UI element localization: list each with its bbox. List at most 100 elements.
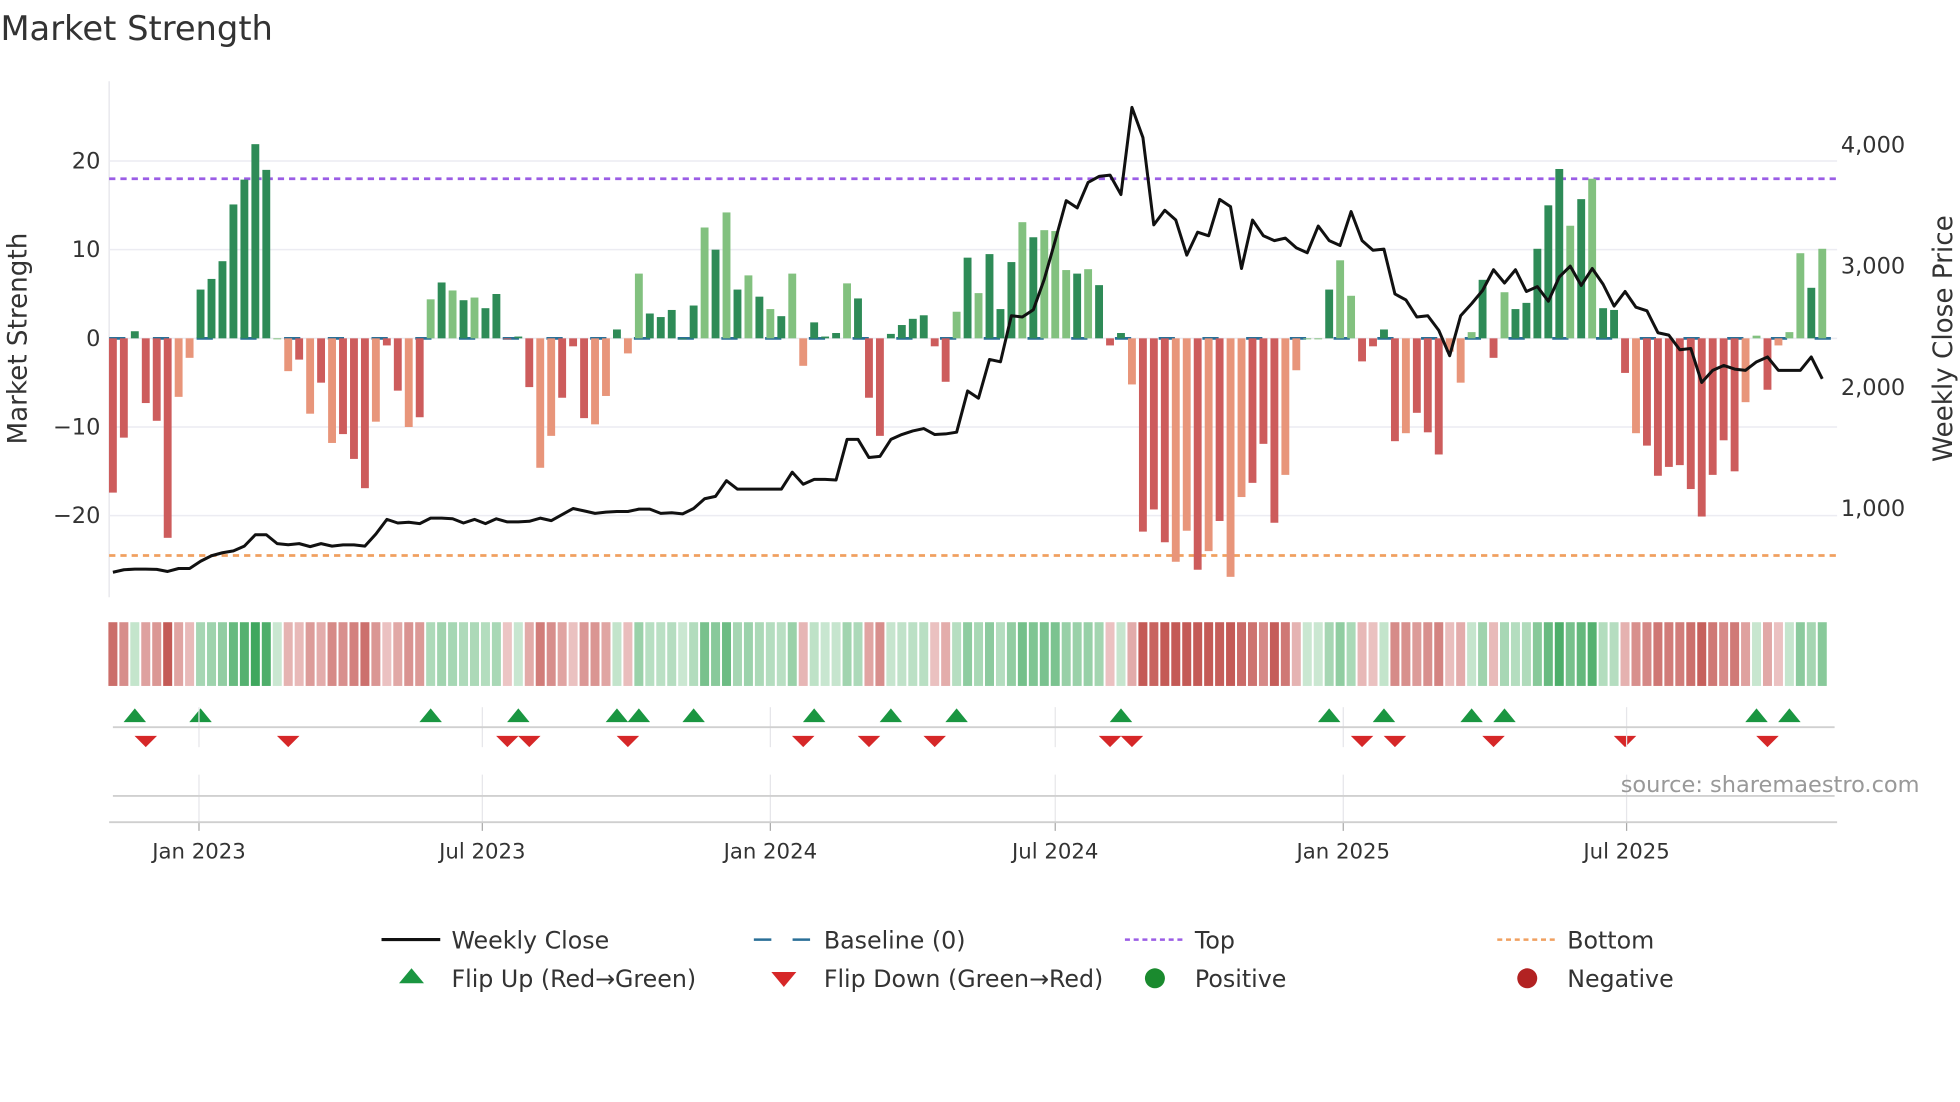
strength-bar	[821, 336, 830, 339]
strength-bar	[1380, 329, 1388, 339]
flip-down-marker	[791, 735, 815, 748]
strength-bar	[645, 313, 654, 339]
heatmap-cell	[349, 622, 359, 686]
strength-bar	[328, 338, 336, 443]
strength-bars	[108, 144, 1827, 577]
heatmap-cell	[108, 622, 118, 686]
strength-bar	[1807, 287, 1816, 339]
strength-bar	[371, 338, 380, 422]
heatmap-cell	[469, 622, 479, 686]
chart-title: Market Strength	[0, 9, 272, 48]
heatmap-cell	[700, 622, 710, 686]
strength-bar	[908, 318, 917, 339]
flip-up-marker	[879, 708, 903, 723]
heatmap-cell	[623, 622, 633, 686]
strength-bar	[941, 338, 950, 382]
heatmap-cell	[119, 622, 129, 686]
heatmap-cell	[1401, 622, 1411, 686]
flip-down-marker	[1613, 735, 1637, 748]
strength-bar	[558, 338, 567, 398]
heatmap-cell	[919, 622, 929, 686]
flip-down-marker	[923, 735, 946, 748]
heatmap-cell	[283, 622, 293, 686]
heatmap-cell	[415, 622, 425, 686]
strength-bar	[1412, 338, 1421, 413]
strength-bar	[273, 338, 282, 340]
flip-down-marker	[518, 735, 541, 748]
strength-bar	[1610, 309, 1619, 339]
y-tick-label: 10	[72, 237, 101, 263]
strength-bar	[152, 338, 161, 421]
heatmap-cell	[1379, 622, 1389, 686]
legend-label: Weekly Close	[451, 926, 609, 954]
strength-bar	[1632, 338, 1640, 434]
heatmap-cell	[1324, 622, 1334, 686]
heatmap-cell	[1653, 622, 1663, 686]
strength-bar	[1708, 338, 1717, 475]
flip-up-marker	[1109, 708, 1133, 723]
heatmap-cell	[513, 622, 523, 686]
legend-item: Bottom	[1497, 926, 1654, 954]
strength-bar	[1522, 302, 1531, 339]
triangle-up-icon	[399, 968, 425, 984]
heatmap-cell	[1806, 622, 1816, 686]
heatmap-cell	[1752, 622, 1762, 686]
flip-up-marker	[1493, 708, 1516, 723]
strength-bar	[1248, 338, 1257, 483]
strength-bar	[667, 309, 676, 339]
flip-up-marker	[507, 708, 530, 723]
heatmap-cell	[294, 622, 304, 686]
heatmap-cell	[1631, 622, 1641, 686]
strength-bar	[1062, 270, 1071, 339]
legend-label: Baseline (0)	[824, 926, 966, 954]
strength-bar	[284, 338, 293, 372]
strength-bar	[1193, 338, 1202, 570]
strength-bar	[1401, 338, 1410, 434]
legend-item: Flip Up (Red→Green)	[399, 965, 696, 993]
strength-bar	[1292, 338, 1301, 371]
strength-bar	[163, 338, 172, 538]
flip-down-marker	[616, 735, 640, 748]
heatmap-cell	[1598, 622, 1608, 686]
weekly-close-path	[112, 105, 1824, 574]
heatmap-cell	[1182, 622, 1192, 686]
legend-label: Negative	[1567, 965, 1673, 993]
flip-down-marker	[496, 735, 519, 748]
heatmap-cell	[316, 622, 326, 686]
heatmap-cell	[1039, 622, 1049, 686]
strength-bar	[1128, 338, 1136, 385]
y2-tick-label: 1,000	[1841, 496, 1905, 522]
heatmap-cell	[645, 622, 655, 686]
heatmap-cell	[974, 622, 984, 686]
heatmap-cell	[897, 622, 907, 686]
heatmap-cell	[798, 622, 808, 686]
heatmap-cell	[601, 622, 611, 686]
strength-bar	[755, 296, 764, 339]
heatmap-cell	[809, 622, 819, 686]
legend-item: Flip Down (Green→Red)	[771, 965, 1103, 993]
y2-tick-label: 3,000	[1841, 254, 1905, 280]
flip-down-marker	[1756, 735, 1779, 748]
heatmap-cell	[941, 622, 951, 686]
heatmap-cell	[535, 622, 545, 686]
strength-bar	[404, 338, 413, 427]
heatmap-cell	[732, 622, 742, 686]
strength-bar	[875, 338, 884, 436]
strength-bar	[865, 338, 873, 398]
strength-bar	[448, 290, 457, 339]
flip-up-marker	[189, 708, 212, 723]
heatmap-cell	[765, 622, 775, 686]
x-tick-label: Jul 2023	[437, 839, 525, 864]
strength-bar	[1182, 338, 1191, 531]
heatmap-cell	[524, 622, 534, 686]
heatmap-cell	[141, 622, 151, 686]
strength-bar	[1653, 338, 1662, 476]
strength-bar	[1369, 338, 1377, 347]
y-tick-label: 0	[86, 326, 100, 352]
strength-bar	[1588, 178, 1597, 339]
heatmap-cell	[185, 622, 195, 686]
strength-bar	[1500, 292, 1509, 339]
strength-bar	[1215, 338, 1224, 521]
strength-bar	[492, 294, 501, 339]
heatmap-cell	[1521, 622, 1531, 686]
